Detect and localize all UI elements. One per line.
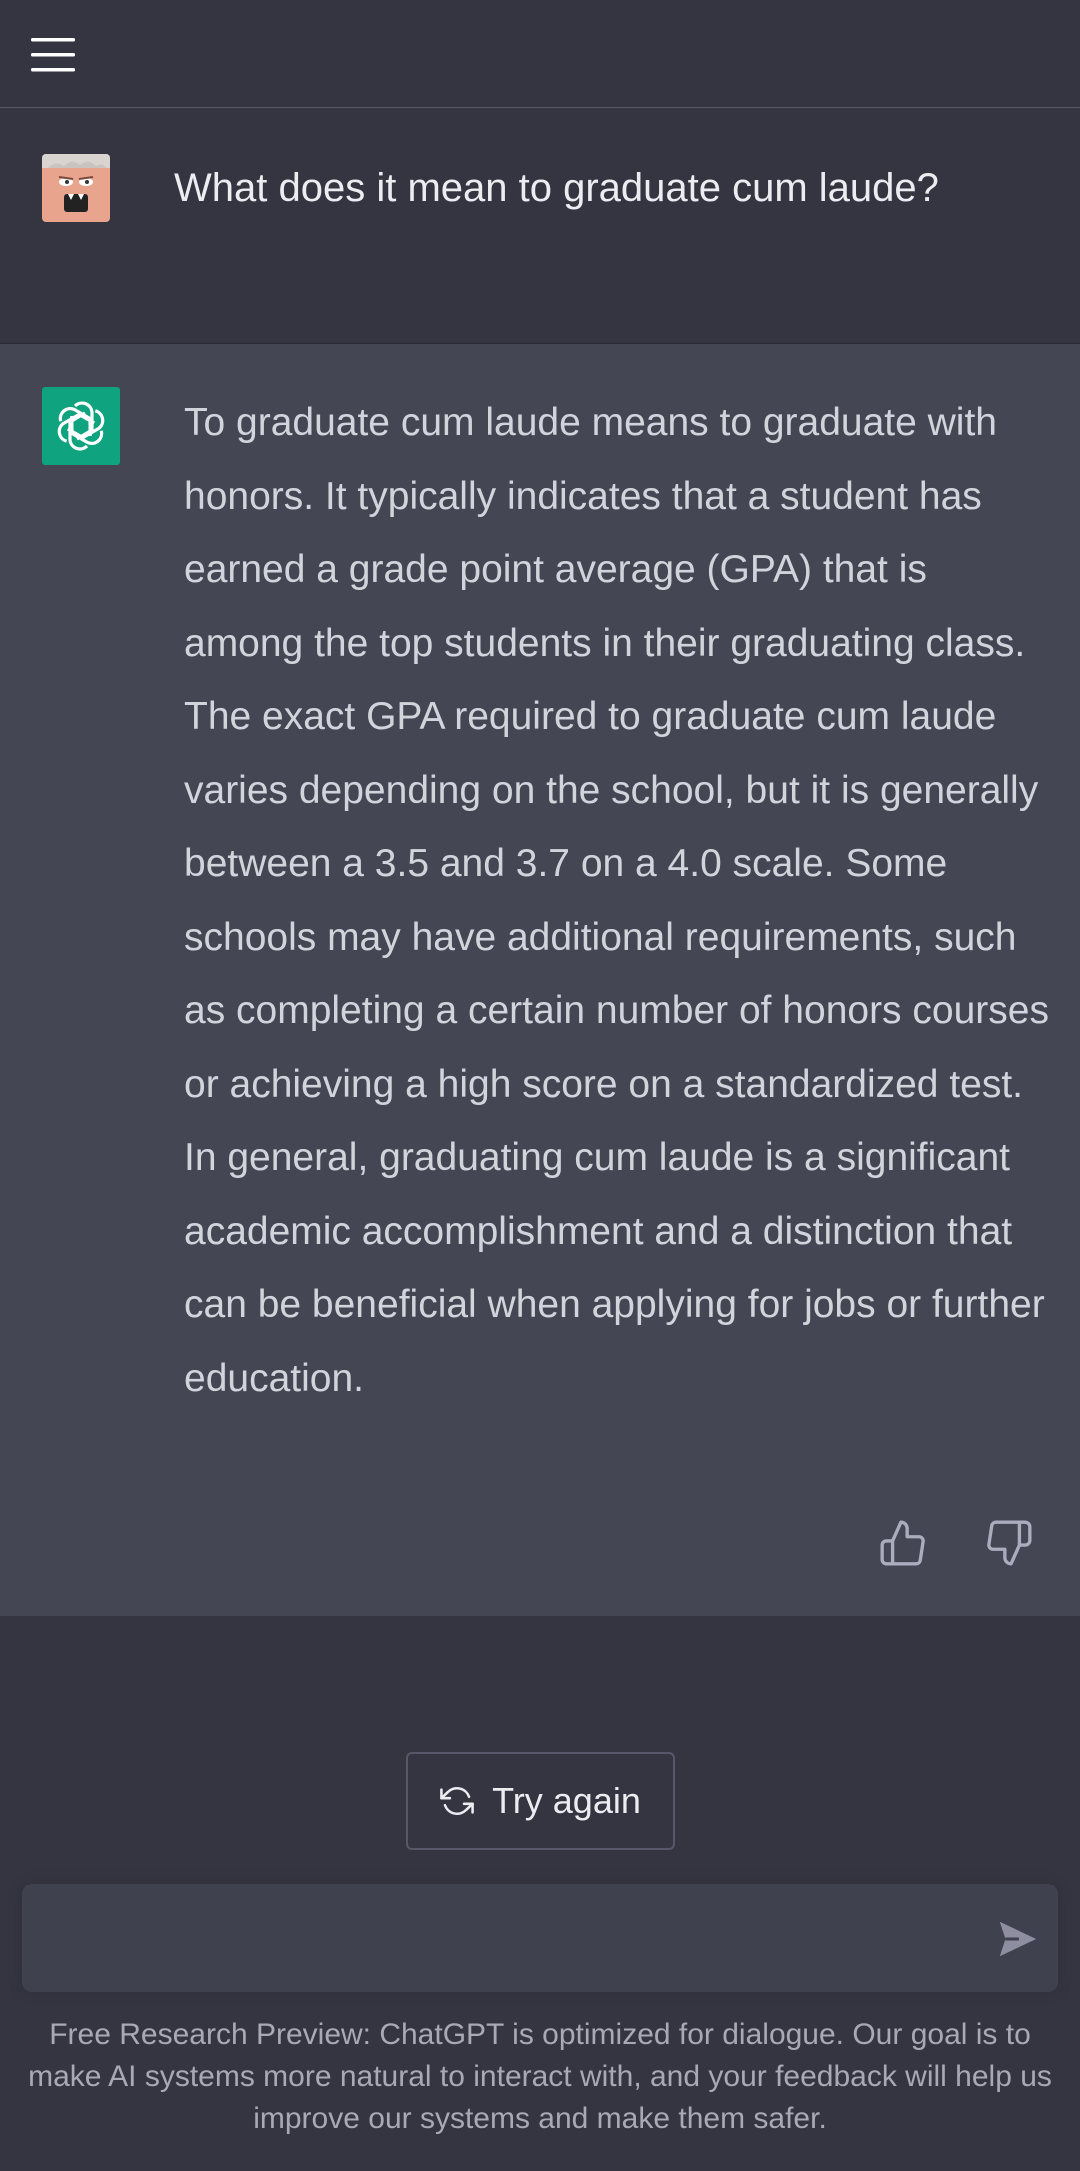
try-again-label: Try again: [492, 1780, 641, 1821]
top-bar: [0, 0, 1080, 108]
refresh-icon: [440, 1784, 474, 1818]
thumbs-down-icon[interactable]: [984, 1518, 1034, 1568]
thumbs-up-icon[interactable]: [878, 1518, 928, 1568]
message-input[interactable]: [48, 1914, 992, 1968]
user-avatar: [42, 154, 110, 222]
message-input-container: [22, 1884, 1058, 1992]
assistant-message-row: To graduate cum laude means to graduate …: [0, 344, 1080, 1616]
openai-logo-icon: [42, 387, 120, 465]
hamburger-menu-icon[interactable]: [22, 26, 84, 82]
footer-disclaimer: Free Research Preview: ChatGPT is optimi…: [28, 2018, 1052, 2135]
try-again-button[interactable]: Try again: [406, 1752, 675, 1850]
assistant-message-text: To graduate cum laude means to graduate …: [184, 401, 1049, 1400]
send-icon[interactable]: [992, 1916, 1042, 1962]
user-message-row: What does it mean to graduate cum laude?: [0, 108, 1080, 344]
user-message-text: What does it mean to graduate cum laude?: [174, 166, 939, 210]
